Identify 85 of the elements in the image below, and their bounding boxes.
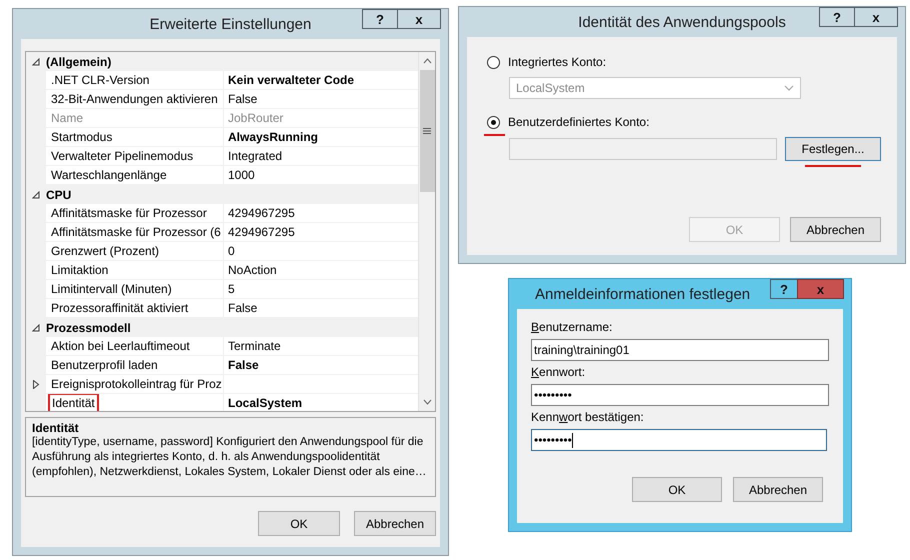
property-name[interactable]: Aktion bei Leerlauftimeout <box>50 339 191 353</box>
field-label: Kennwort: <box>531 364 586 381</box>
group-header[interactable]: Prozessmodell <box>26 318 418 337</box>
property-value[interactable]: 4294967295 <box>228 225 295 239</box>
property-name[interactable]: .NET CLR-Version <box>50 73 150 87</box>
property-value[interactable]: Terminate <box>228 339 281 353</box>
help-button[interactable]: ? <box>819 7 855 27</box>
property-name[interactable]: Grenzwert (Prozent) <box>50 244 160 258</box>
property-name[interactable]: Affinitätsmaske für Prozessor (6 <box>50 225 222 239</box>
property-value[interactable]: 0 <box>228 244 235 258</box>
property-name[interactable]: Limitintervall (Minuten) <box>50 282 173 296</box>
window-title: Erweiterte Einstellungen <box>150 16 312 32</box>
description-text: [identityType, username, password] Konfiguriert den Anwendungspool für die Ausführung als integriertes Konto, d. h. als Anwendungspoolidentität (empfohlen), Netzwerkdienst, Lokales System, Lokaler Dienst oder als eine… <box>32 435 428 480</box>
property-value[interactable]: 1000 <box>228 168 255 182</box>
collapse-icon[interactable] <box>32 58 40 66</box>
property-row[interactable]: 32-Bit-Anwendungen aktivieren False <box>26 90 418 109</box>
collapse-icon[interactable] <box>32 324 40 332</box>
cancel-button[interactable]: Abbrechen <box>354 511 436 536</box>
property-value[interactable]: LocalSystem <box>228 396 302 410</box>
property-row[interactable]: Prozessoraffinität aktiviert False <box>26 299 418 318</box>
property-name[interactable]: Startmodus <box>50 130 114 144</box>
ok-button[interactable]: OK <box>632 477 722 502</box>
expand-icon[interactable] <box>32 380 40 388</box>
property-row[interactable]: Verwalteter Pipelinemodus Integrated <box>26 147 418 166</box>
scroll-up-icon[interactable] <box>422 58 432 64</box>
input-field[interactable]: ••••••••• <box>531 429 827 451</box>
ok-button[interactable]: OK <box>258 511 340 536</box>
property-name[interactable]: Warteschlangenlänge <box>50 168 168 182</box>
close-button[interactable]: x <box>797 279 844 299</box>
field-label: Benutzername: <box>531 319 614 336</box>
property-row[interactable]: Affinitätsmaske für Prozessor 4294967295 <box>26 204 418 223</box>
property-value[interactable]: NoAction <box>228 263 277 277</box>
property-name[interactable]: Verwalteter Pipelinemodus <box>50 149 194 163</box>
window-title: Anmeldeinformationen festlegen <box>535 286 750 302</box>
property-value[interactable]: False <box>228 301 258 315</box>
account-field[interactable] <box>509 138 777 160</box>
property-row[interactable]: Startmodus AlwaysRunning <box>26 128 418 147</box>
radio-label: Benutzerdefiniertes Konto: <box>508 115 650 129</box>
input-field[interactable]: training\training01 <box>531 339 829 361</box>
property-row[interactable]: Benutzerprofil laden False <box>26 356 418 375</box>
field-label: Kennwort bestätigen: <box>531 409 645 426</box>
property-row[interactable]: Limitaktion NoAction <box>26 261 418 280</box>
input-field[interactable]: ••••••••• <box>531 384 829 406</box>
close-button[interactable]: x <box>397 9 441 29</box>
property-row[interactable]: Aktion bei Leerlauftimeout Terminate <box>26 337 418 356</box>
group-header[interactable]: CPU <box>26 185 418 204</box>
property-row[interactable]: Grenzwert (Prozent) 0 <box>26 242 418 261</box>
set-button[interactable]: Festlegen... <box>785 137 881 161</box>
collapse-icon[interactable] <box>32 190 40 198</box>
cancel-button[interactable]: Abbrechen <box>790 217 881 242</box>
property-name[interactable]: Benutzerprofil laden <box>50 358 159 372</box>
group-label: CPU <box>46 188 72 202</box>
property-value[interactable]: Integrated <box>228 149 282 163</box>
property-name[interactable]: Affinitätsmaske für Prozessor <box>50 206 208 220</box>
grip-icon <box>423 128 431 134</box>
property-name[interactable]: Identität <box>50 395 97 411</box>
property-row[interactable]: Warteschlangenlänge 1000 <box>26 166 418 185</box>
property-name[interactable]: Ereignisprotokolleintrag für Proz <box>50 377 223 391</box>
property-value[interactable]: AlwaysRunning <box>228 130 318 144</box>
property-name[interactable]: Limitaktion <box>50 263 110 277</box>
cancel-button[interactable]: Abbrechen <box>733 477 823 502</box>
radio-label: Integriertes Konto: <box>508 55 606 69</box>
property-value[interactable]: False <box>228 92 258 106</box>
property-value[interactable]: False <box>228 358 259 372</box>
property-row[interactable]: Ereignisprotokolleintrag für Proz <box>26 375 418 394</box>
scrollbar-thumb[interactable] <box>420 70 434 192</box>
description-title: Identität <box>32 421 80 435</box>
group-label: (Allgemein) <box>46 54 112 68</box>
group-label: Prozessmodell <box>46 320 131 334</box>
property-name[interactable]: Prozessoraffinität aktiviert <box>50 301 190 315</box>
property-row[interactable]: Affinitätsmaske für Prozessor (6 4294967295 <box>26 223 418 242</box>
scrollbar[interactable] <box>418 52 435 411</box>
property-value[interactable]: Kein verwalteter Code <box>228 73 354 87</box>
property-value[interactable]: 4294967295 <box>228 206 295 220</box>
chevron-icon <box>784 85 794 91</box>
property-value[interactable]: 5 <box>228 282 235 296</box>
property-row[interactable]: .NET CLR-Version Kein verwalteter Code <box>26 71 418 90</box>
window-title: Identität des Anwendungspools <box>578 14 786 30</box>
property-row[interactable]: Limitintervall (Minuten) 5 <box>26 280 418 299</box>
close-button[interactable]: x <box>854 7 898 27</box>
scroll-down-icon[interactable] <box>422 399 432 405</box>
help-button[interactable]: ? <box>362 9 398 29</box>
property-name[interactable]: 32-Bit-Anwendungen aktivieren <box>50 92 219 106</box>
group-header[interactable]: (Allgemein) <box>26 52 418 71</box>
radio-button[interactable] <box>487 116 500 128</box>
